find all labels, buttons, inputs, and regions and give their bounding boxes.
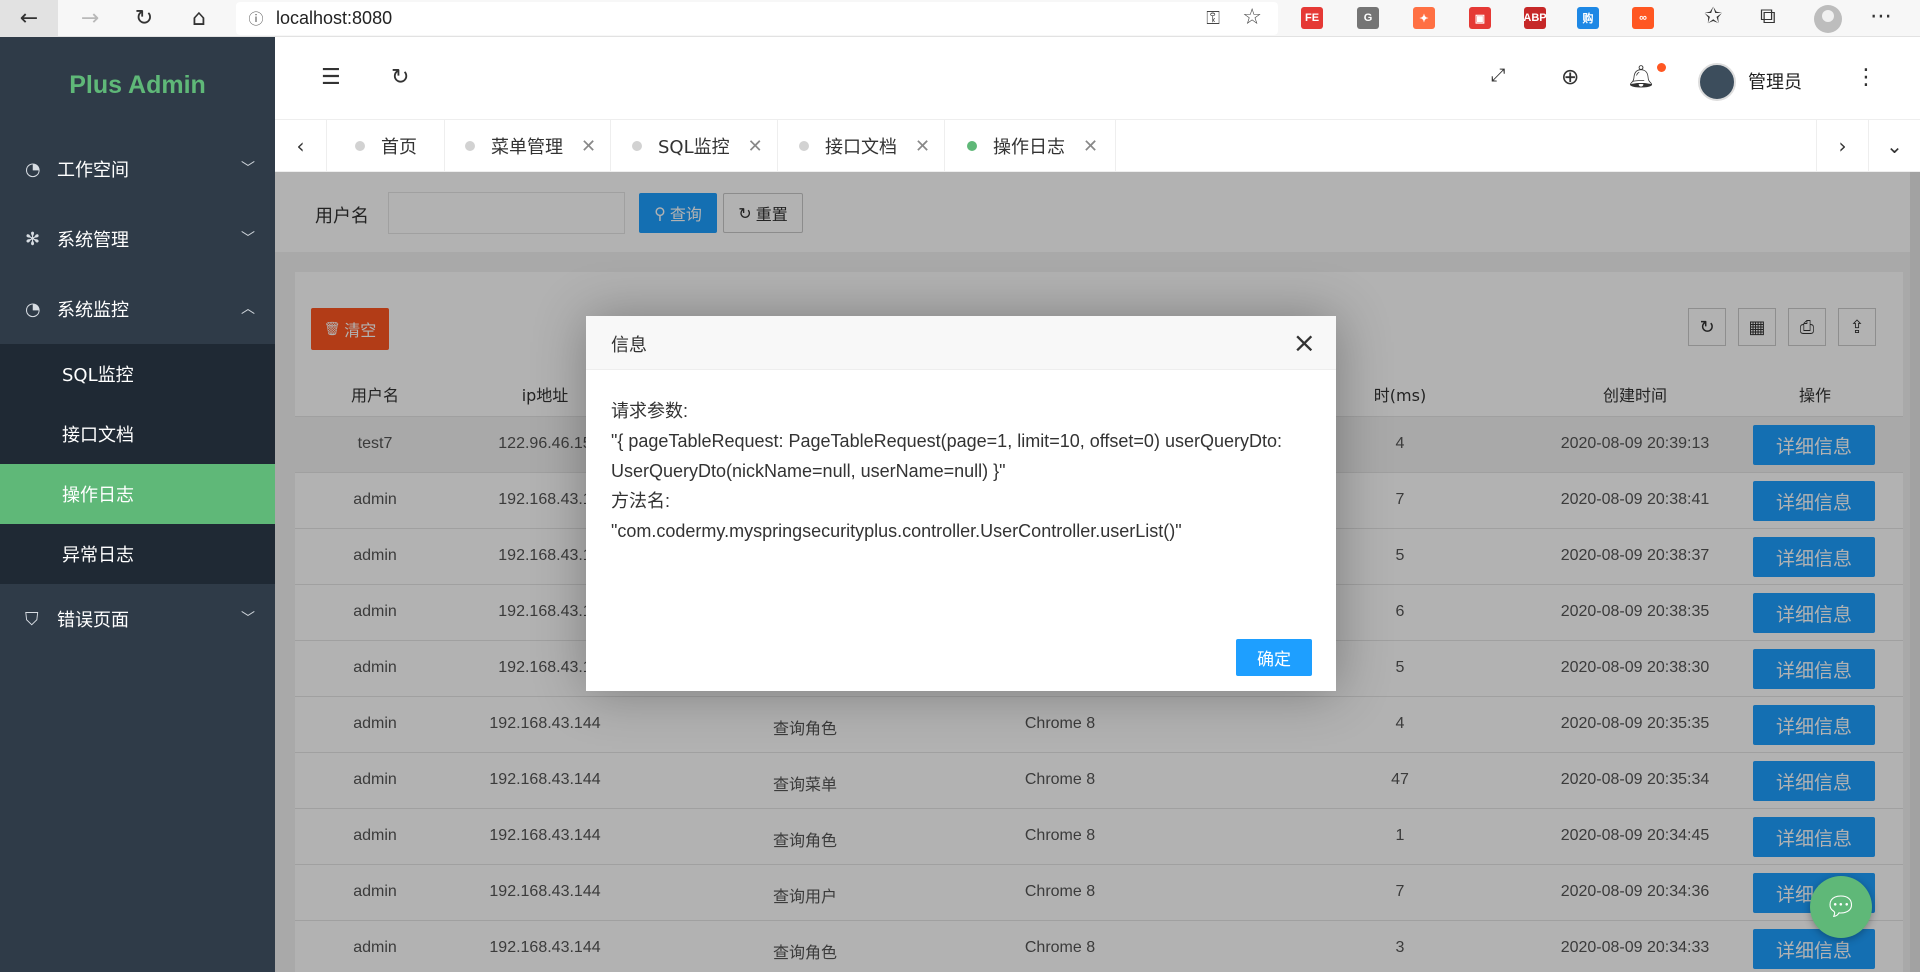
profile-avatar[interactable] [1814, 5, 1842, 33]
menu-label: 系统监控 [57, 300, 129, 321]
menu-system-management[interactable]: ✻ 系统管理 ﹀ [0, 204, 275, 274]
tab-sql-monitor[interactable]: SQL监控 ✕ [632, 120, 778, 172]
chat-bubble-icon[interactable]: 💬︎ [1810, 876, 1872, 938]
menu-error-pages[interactable]: ⛉ 错误页面 ﹀ [0, 584, 275, 654]
dialog-header: 信息 × [586, 316, 1336, 370]
tab-home[interactable]: 首页 [355, 120, 445, 172]
chevron-down-icon: ﹀ [241, 611, 255, 627]
tab-dot [465, 141, 475, 151]
submenu-item-sql-monitor[interactable]: SQL监控 [0, 344, 275, 404]
confirm-button[interactable]: 确定 [1236, 639, 1312, 676]
dialog-body: 请求参数: "{ pageTableRequest: PageTableRequ… [586, 370, 1336, 546]
network-extension-icon[interactable]: ✦ [1413, 7, 1435, 29]
sidebar: Plus Admin ◔ 工作空间 ﹀ ✻ 系统管理 ﹀ ◔ 系统监控 ︿ SQ… [0, 37, 275, 972]
user-name[interactable]: 管理员 [1748, 68, 1802, 94]
info-dialog: 信息 × 请求参数: "{ pageTableRequest: PageTabl… [586, 316, 1336, 691]
tab-menu-management[interactable]: 菜单管理 ✕ [465, 120, 611, 172]
url-text: localhost:8080 [276, 8, 393, 28]
tab-label: 接口文档 [825, 137, 897, 158]
gauge-icon: ◔ [25, 298, 41, 320]
tab-dot [799, 141, 809, 151]
submenu-item-api-docs[interactable]: 接口文档 [0, 404, 275, 464]
more-vertical-icon[interactable]: ⋮ [1855, 65, 1877, 90]
collections-icon[interactable]: ⧉ [1760, 4, 1776, 29]
tab-close-icon[interactable]: ✕ [915, 136, 930, 157]
g-extension-icon[interactable]: G [1357, 7, 1379, 29]
chevron-down-icon: ﹀ [241, 161, 255, 177]
home-icon[interactable]: ⌂ [177, 0, 221, 37]
address-bar[interactable]: ⓘ localhost:8080 ⚿ ☆ [236, 2, 1278, 35]
menu-toggle-icon[interactable]: ☰ [321, 65, 341, 90]
favorites-icon[interactable]: ✩ [1704, 4, 1722, 29]
gauge-icon: ◔ [25, 158, 41, 180]
tab-label: 操作日志 [993, 137, 1065, 158]
favorite-star-icon[interactable]: ☆ [1242, 5, 1262, 30]
notification-badge [1657, 63, 1666, 72]
tab-close-icon[interactable]: ✕ [581, 136, 596, 157]
back-arrow-icon[interactable]: ← [0, 0, 58, 37]
refresh-icon[interactable]: ↻ [391, 65, 409, 90]
menu-label: 工作空间 [57, 160, 129, 181]
method-name-value: "com.codermy.myspringsecurityplus.contro… [611, 521, 1182, 541]
tab-label: SQL监控 [658, 137, 730, 158]
tab-scroll-right-icon[interactable]: › [1816, 120, 1868, 172]
bell-icon[interactable]: 🔔︎ [1627, 65, 1655, 90]
submenu-item-operation-log[interactable]: 操作日志 [0, 464, 275, 524]
forward-arrow-icon[interactable]: → [68, 0, 112, 37]
menu-workspace[interactable]: ◔ 工作空间 ﹀ [0, 134, 275, 204]
shop-extension-icon[interactable]: 购 [1577, 7, 1599, 29]
tab-dropdown-icon[interactable]: ⌄ [1868, 120, 1920, 172]
top-header: ☰ ↻ ⤢ ⊕ 🔔︎ 管理员 ⋮ [275, 37, 1920, 120]
more-menu-icon[interactable]: ⋯ [1870, 4, 1892, 29]
request-params-label: 请求参数: [611, 401, 689, 421]
submenu-system-monitor: SQL监控 接口文档 操作日志 异常日志 [0, 344, 275, 584]
adblock-extension-icon[interactable]: ABP [1523, 7, 1547, 29]
tab-dot [632, 141, 642, 151]
close-icon[interactable]: × [1293, 326, 1316, 359]
tab-close-icon[interactable]: ✕ [748, 136, 763, 157]
cube-extension-icon[interactable]: ▣ [1469, 7, 1491, 29]
browser-toolbar: ← → ↻ ⌂ ⓘ localhost:8080 ⚿ ☆ FE G ✦ ▣ ABP 购 ∞ … [0, 0, 1920, 37]
menu-system-monitor[interactable]: ◔ 系统监控 ︿ [0, 274, 275, 344]
fullscreen-icon[interactable]: ⤢ [1491, 65, 1505, 86]
tab-scroll-left-icon[interactable]: ‹ [275, 120, 327, 172]
chevron-up-icon: ︿ [241, 301, 255, 317]
tab-dot [355, 141, 365, 151]
dialog-title: 信息 [611, 335, 647, 356]
request-params-value: "{ pageTableRequest: PageTableRequest(pa… [611, 431, 1282, 481]
tab-label: 首页 [381, 137, 417, 158]
info-icon[interactable]: ⓘ [236, 8, 276, 29]
menu-label: 系统管理 [57, 230, 129, 251]
gear-icon: ✻ [25, 228, 41, 250]
user-avatar[interactable] [1698, 63, 1736, 101]
tab-operation-log[interactable]: 操作日志 ✕ [967, 120, 1116, 172]
method-name-label: 方法名: [611, 491, 671, 511]
tab-api-docs[interactable]: 接口文档 ✕ [799, 120, 945, 172]
reload-icon[interactable]: ↻ [122, 0, 166, 37]
key-icon[interactable]: ⚿ [1206, 8, 1220, 29]
tab-close-icon[interactable]: ✕ [1083, 136, 1098, 157]
tab-label: 菜单管理 [491, 137, 563, 158]
app-logo[interactable]: Plus Admin [0, 37, 275, 134]
fe-extension-icon[interactable]: FE [1301, 7, 1323, 29]
menu-label: 错误页面 [57, 610, 129, 631]
tab-dot-active [967, 141, 977, 151]
infinity-extension-icon[interactable]: ∞ [1632, 7, 1654, 29]
tab-bar: ‹ 首页 菜单管理 ✕ SQL监控 ✕ 接口文档 ✕ 操作日志 ✕ › ⌄ [275, 120, 1920, 172]
shield-icon: ⛉ [25, 608, 39, 630]
chevron-down-icon: ﹀ [241, 231, 255, 247]
globe-icon[interactable]: ⊕ [1561, 65, 1579, 90]
submenu-item-exception-log[interactable]: 异常日志 [0, 524, 275, 584]
